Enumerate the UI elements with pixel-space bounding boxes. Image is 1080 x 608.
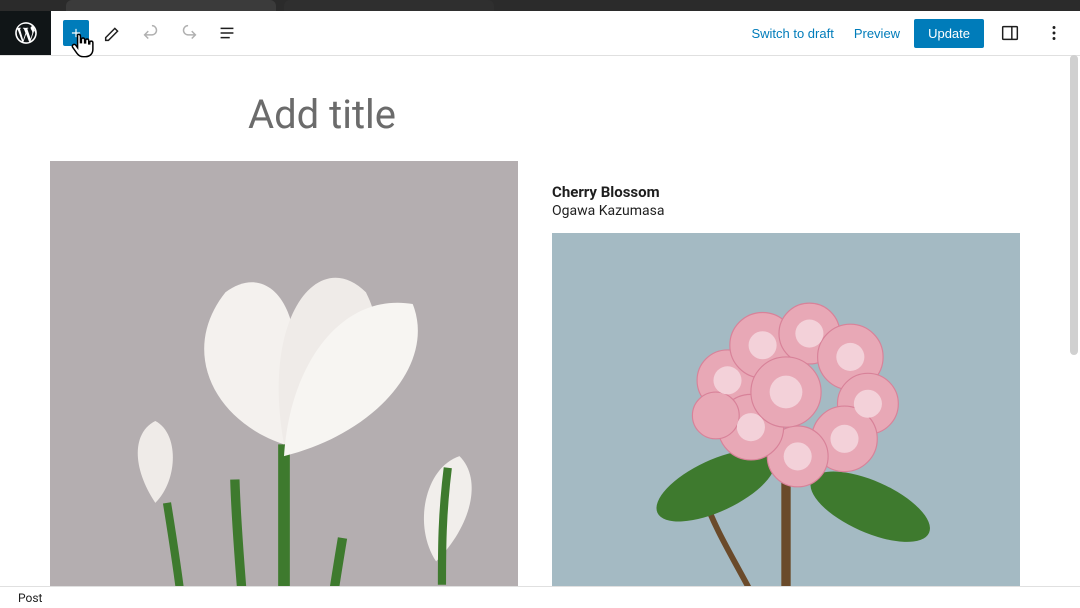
block-inserter-button[interactable] <box>63 20 89 46</box>
preview-button[interactable]: Preview <box>848 20 906 47</box>
column-right[interactable]: Cherry Blossom Ogawa Kazumasa <box>552 161 1020 586</box>
switch-to-draft-button[interactable]: Switch to draft <box>745 20 839 47</box>
editor-doc-footer: Post <box>0 586 1080 608</box>
browser-chrome-sliver <box>0 0 1080 11</box>
undo-button[interactable] <box>133 15 169 51</box>
editor-toolbar-left <box>51 15 245 51</box>
cherry-blossom-illustration <box>552 233 1020 586</box>
image-caption-title[interactable]: Cherry Blossom <box>552 183 1020 201</box>
image-block[interactable] <box>50 161 518 586</box>
tools-button[interactable] <box>95 15 131 51</box>
browser-tab[interactable] <box>66 0 276 11</box>
iris-flower-illustration <box>50 161 518 586</box>
kebab-menu-icon <box>1043 22 1065 44</box>
redo-button[interactable] <box>171 15 207 51</box>
settings-panel-toggle[interactable] <box>992 15 1028 51</box>
editor-screen: Switch to draft Preview Update Add title <box>0 0 1080 608</box>
image-caption-subtitle[interactable]: Ogawa Kazumasa <box>552 203 1020 219</box>
update-button[interactable]: Update <box>914 19 984 48</box>
column-left[interactable] <box>50 161 518 586</box>
more-options-button[interactable] <box>1036 15 1072 51</box>
plus-icon <box>69 24 83 42</box>
list-view-button[interactable] <box>209 15 245 51</box>
editor-toolbar-right: Switch to draft Preview Update <box>745 15 1080 51</box>
editor-top-toolbar: Switch to draft Preview Update <box>0 11 1080 56</box>
wordpress-logo-button[interactable] <box>0 11 51 55</box>
undo-icon <box>140 22 162 44</box>
post-title-input[interactable]: Add title <box>248 91 1020 139</box>
doc-type-breadcrumb[interactable]: Post <box>18 591 42 605</box>
list-view-icon <box>216 22 238 44</box>
vertical-scrollbar[interactable] <box>1070 55 1078 355</box>
columns-block[interactable]: Cherry Blossom Ogawa Kazumasa <box>50 161 1020 586</box>
panel-toggle-icon <box>999 22 1021 44</box>
browser-tab[interactable] <box>284 0 494 11</box>
image-block[interactable] <box>552 233 1020 586</box>
pencil-icon <box>102 22 124 44</box>
wordpress-logo-icon <box>13 20 39 46</box>
editor-canvas-scroll[interactable]: Add title <box>0 55 1080 586</box>
redo-icon <box>178 22 200 44</box>
editor-canvas: Add title <box>12 55 1068 586</box>
